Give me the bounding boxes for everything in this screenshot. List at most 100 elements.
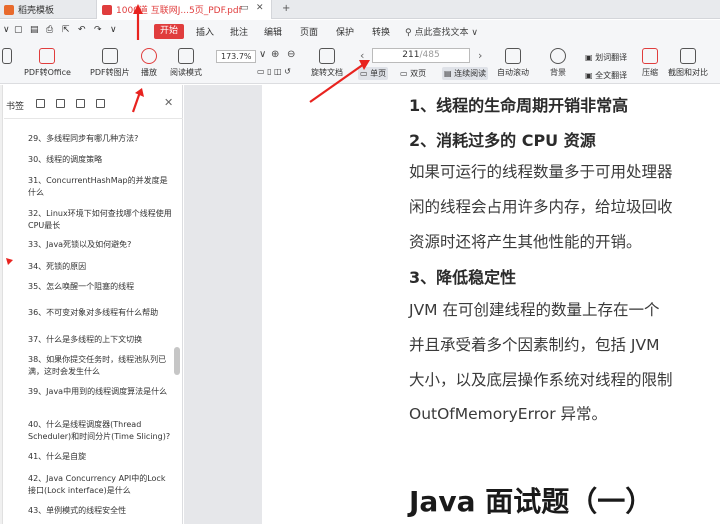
bookmark-item[interactable]: 37、什么是多线程的上下文切换 — [28, 334, 173, 346]
bookmark-panel: 书签 ✕ 29、多线程同步有哪几种方法? 30、线程的调度策略 31、Concu… — [4, 85, 183, 524]
word-translate-button[interactable]: ▣ 划词翻译 — [585, 52, 627, 63]
doc-paragraph-line: 如果可运行的线程数量多于可用处理器 — [409, 163, 673, 181]
export-icon[interactable]: ⇱ — [62, 25, 70, 35]
compress-label: 压缩 — [642, 68, 658, 77]
menu-protect[interactable]: 保护 — [336, 25, 354, 38]
doc-heading-2: 2、消耗过多的 CPU 资源 — [409, 131, 596, 150]
pdf-to-image-button[interactable]: PDF转图片 — [90, 48, 130, 78]
doc-paragraph-line: 并且承受着多个因素制约，包括 JVM — [409, 336, 660, 354]
book-icon — [178, 48, 194, 64]
bookmark-item[interactable]: 38、如果你提交任务时，线程池队列已满，这时会发生什么 — [28, 354, 173, 377]
menu-annotate[interactable]: 批注 — [230, 25, 248, 38]
background-button[interactable]: 背景 — [550, 48, 566, 78]
bookmark-item[interactable]: 29、多线程同步有哪几种方法? — [28, 133, 173, 145]
pdf-to-office-icon — [39, 48, 56, 64]
bookmark-item[interactable]: 33、Java死锁以及如何避免? — [28, 239, 173, 251]
rotate-label: 旋转文档 — [311, 68, 343, 77]
view-toggle-button[interactable] — [2, 48, 12, 67]
menu-insert[interactable]: 插入 — [196, 25, 214, 38]
tab-bar: 稻壳模板 1000道 互联网J...5页_PDF.pdf ▭ ✕ + — [0, 0, 720, 19]
save-icon[interactable]: ▤ — [30, 25, 39, 35]
close-icon[interactable]: ✕ — [256, 3, 264, 13]
side-strip — [0, 85, 3, 524]
read-mode-button[interactable]: 阅读模式 — [170, 48, 202, 78]
undo-icon[interactable]: ↶ — [78, 25, 86, 35]
zoom-input[interactable]: 173.7% — [216, 50, 256, 63]
bookmark-item[interactable]: 40、什么是线程调度器(Thread Scheduler)和时间分片(Time … — [28, 419, 173, 442]
play-label: 播放 — [141, 68, 157, 77]
new-tab-icon[interactable]: + — [282, 3, 290, 14]
rotate-icon — [319, 48, 335, 64]
zoom-out-icon[interactable]: ⊖ — [287, 49, 295, 60]
bookmark-item[interactable]: 39、Java中用到的线程调度算法是什么 — [28, 386, 173, 398]
menu-start[interactable]: 开始 — [154, 24, 184, 39]
menu-bar: ∨ ▢ ▤ ⎙ ⇱ ↶ ↷ ∨ 开始 插入 批注 编辑 页面 保护 转换 ⚲ 点… — [0, 20, 720, 44]
bookmark-item[interactable]: 36、不可变对象对多线程有什么帮助 — [28, 307, 173, 319]
full-translate-button[interactable]: ▣ 全文翻译 — [585, 70, 627, 81]
doc-chapter-title: Java 面试题（一） — [409, 485, 654, 518]
tab-pdf-document[interactable]: 1000道 互联网J...5页_PDF.pdf ▭ ✕ — [96, 0, 272, 19]
rotate-button[interactable]: 旋转文档 — [311, 48, 343, 78]
continuous-read-button[interactable]: ▤ 连续阅读 — [442, 67, 489, 80]
menu-convert[interactable]: 转换 — [372, 25, 390, 38]
bookmark-panel-title: 书签 — [6, 102, 25, 112]
print-icon[interactable]: ⎙ — [46, 25, 53, 35]
bookmark-panel-header: 书签 ✕ — [4, 85, 183, 119]
bookmark-item[interactable]: 42、Java Concurrency API中的Lock接口(Lock int… — [28, 473, 173, 496]
zoom-dropdown-icon[interactable]: ∨ — [259, 49, 266, 60]
continuous-label: 连续阅读 — [454, 69, 487, 78]
bookmark-item[interactable]: 30、线程的调度策略 — [28, 154, 173, 166]
next-page-icon[interactable]: › — [478, 49, 482, 62]
close-icon[interactable]: ✕ — [164, 96, 173, 109]
play-icon — [141, 48, 157, 64]
grid-icon — [2, 48, 12, 64]
docer-icon — [4, 4, 14, 15]
screenshot-compare-button[interactable]: 截图和对比 — [668, 48, 708, 78]
doc-paragraph-line: JVM 在可创建线程的数量上存在一个 — [409, 301, 660, 319]
fit-page-icon[interactable]: ▭ ▯ ◫ ↺ — [257, 67, 291, 76]
add-bookmark-icon[interactable] — [76, 99, 85, 108]
expand-all-icon[interactable] — [36, 99, 45, 108]
search-icon: ⚲ — [405, 28, 412, 38]
menu-page[interactable]: 页面 — [300, 25, 318, 38]
scroll-icon — [505, 48, 521, 64]
monitor-icon[interactable]: ▭ — [240, 3, 249, 13]
bookmark-item[interactable]: 31、ConcurrentHashMap的并发度是什么 — [28, 175, 173, 198]
pdf-to-image-label: PDF转图片 — [90, 68, 130, 77]
open-icon[interactable]: ▢ — [14, 25, 23, 35]
menu-edit[interactable]: 编辑 — [264, 25, 282, 38]
pdf-to-office-button[interactable]: PDF转Office — [24, 48, 71, 78]
play-button[interactable]: 播放 — [141, 48, 157, 78]
moon-icon — [550, 48, 566, 64]
doc-heading-3: 3、降低稳定性 — [409, 268, 517, 287]
auto-scroll-button[interactable]: 自动滚动 — [497, 48, 529, 78]
compress-button[interactable]: 压缩 — [642, 48, 658, 78]
tab-docer-templates[interactable]: 稻壳模板 — [0, 0, 95, 19]
doc-paragraph-line: 闲的线程会占用许多内存，给垃圾回收 — [409, 198, 673, 216]
single-page-button[interactable]: ▭ 单页 — [358, 67, 389, 80]
bookmark-item[interactable]: 43、单例模式的线程安全性 — [28, 505, 173, 517]
double-page-button[interactable]: ▭ 双页 — [398, 67, 428, 80]
menu-more-icon[interactable]: ∨ — [110, 25, 117, 35]
compress-icon — [642, 48, 658, 64]
bookmark-item[interactable]: 35、怎么唤醒一个阻塞的线程 — [28, 281, 173, 293]
tab-label: 1000道 互联网J...5页_PDF.pdf — [116, 6, 242, 16]
delete-bookmark-icon[interactable] — [96, 99, 105, 108]
bookmark-item[interactable]: 34、死锁的原因 — [28, 261, 173, 273]
bookmark-item[interactable]: 32、Linux环境下如何查找哪个线程使用CPU最长 — [28, 208, 173, 231]
doc-heading-1: 1、线程的生命周期开销非常高 — [409, 96, 629, 115]
screenshot-compare-label: 截图和对比 — [668, 68, 708, 77]
double-page-label: 双页 — [410, 69, 427, 78]
single-page-label: 单页 — [370, 69, 387, 78]
bookmark-scrollbar[interactable] — [174, 347, 180, 375]
collapse-all-icon[interactable] — [56, 99, 65, 108]
zoom-in-icon[interactable]: ⊕ — [271, 49, 279, 60]
page-number-input[interactable]: 211/485 — [372, 48, 470, 63]
prev-page-icon[interactable]: ‹ — [360, 49, 364, 62]
search-box[interactable]: ⚲ 点此查找文本 ∨ — [405, 25, 478, 38]
menu-overflow-icon[interactable]: ∨ — [3, 25, 10, 35]
screenshot-icon — [680, 48, 696, 64]
page-total: /485 — [419, 50, 440, 60]
redo-icon[interactable]: ↷ — [94, 25, 102, 35]
bookmark-item[interactable]: 41、什么是自旋 — [28, 451, 173, 463]
